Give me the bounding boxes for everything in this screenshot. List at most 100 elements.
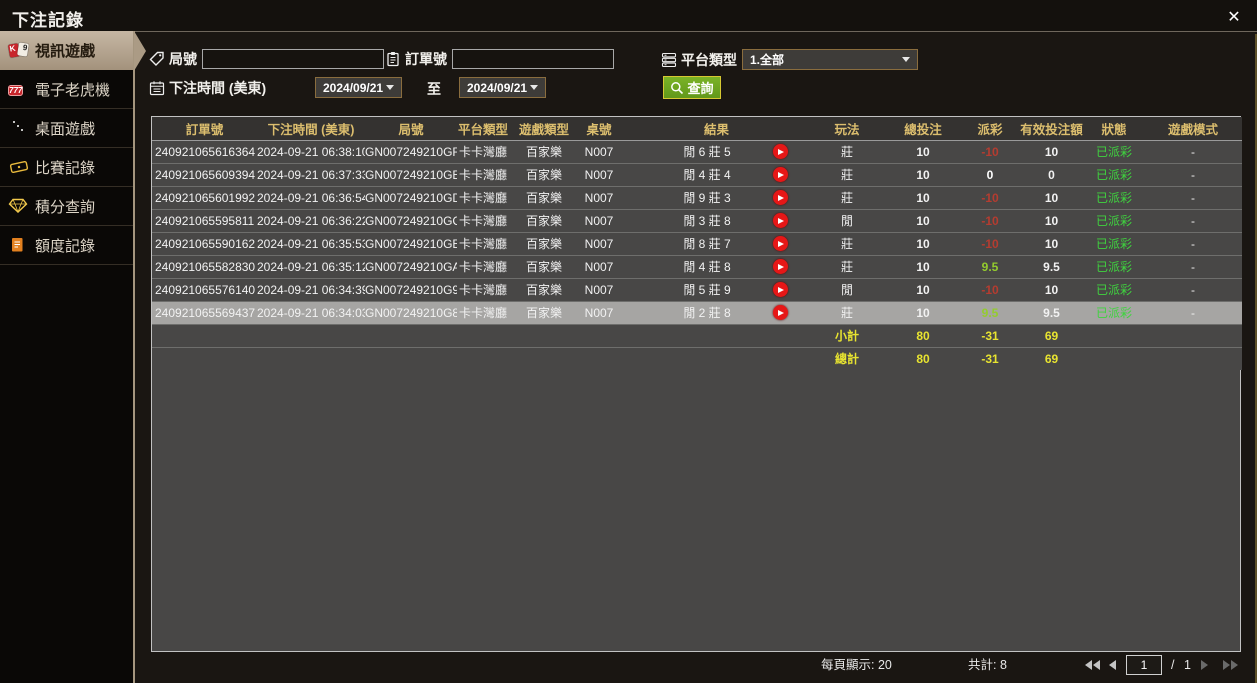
play-video-icon[interactable] — [773, 259, 788, 274]
payout-value: -10 — [981, 191, 998, 205]
page-separator: / — [1171, 654, 1174, 676]
cell-total-bet: 10 — [885, 232, 961, 255]
subtotal-row: 小計 80 -31 69 — [152, 324, 1242, 347]
cell-round: GN007249210G8 — [365, 301, 457, 324]
date-to-select[interactable]: 2024/09/21 — [459, 77, 546, 98]
table-row[interactable]: 240921065576140 2024-09-21 06:34:39 GN00… — [152, 278, 1242, 301]
column-header-status: 狀態 — [1084, 117, 1144, 140]
cell-time: 2024-09-21 06:35:12 — [257, 255, 365, 278]
round-input[interactable] — [202, 49, 384, 69]
column-header-total-bet: 總投注 — [885, 117, 961, 140]
sidebar-item-points-query[interactable]: 積分查詢 — [0, 187, 133, 226]
cell-status: 已派彩 — [1084, 186, 1144, 209]
content-area: 局號 訂單號 平台類型 1.全部 — [135, 31, 1257, 683]
cell-play: 莊 — [809, 255, 885, 278]
betting-record-window: 下注記錄 ✕ K 9 視訊遊戲 777 電子老虎機 桌面遊戲 — [0, 0, 1257, 683]
cell-payout: 0 — [961, 163, 1019, 186]
cell-status: 已派彩 — [1084, 278, 1144, 301]
table-row[interactable]: 240921065609394 2024-09-21 06:37:33 GN00… — [152, 163, 1242, 186]
ticket-icon — [8, 158, 30, 176]
chevron-down-icon — [386, 85, 394, 90]
column-header-result: 結果 — [619, 117, 809, 140]
cell-platform: 卡卡灣廳 — [457, 301, 509, 324]
cell-result: 閒 2 莊 8 — [619, 301, 809, 324]
pagination-last-button[interactable] — [1223, 660, 1239, 670]
table-row[interactable]: 240921065616364 2024-09-21 06:38:10 GN00… — [152, 140, 1242, 163]
order-input[interactable] — [452, 49, 614, 69]
cell-time: 2024-09-21 06:38:10 — [257, 140, 365, 163]
result-text: 閒 5 莊 9 — [647, 281, 767, 298]
cell-play: 莊 — [809, 140, 885, 163]
play-video-icon[interactable] — [773, 213, 788, 228]
cell-order: 240921065616364 — [152, 140, 257, 163]
sidebar-item-table-games[interactable]: 桌面遊戲 — [0, 109, 133, 148]
cell-table-no: N007 — [579, 301, 619, 324]
cell-platform: 卡卡灣廳 — [457, 232, 509, 255]
search-button[interactable]: 查詢 — [663, 76, 721, 99]
total-pages-label: 1 — [1184, 654, 1191, 676]
page-title: 下注記錄 — [12, 6, 84, 31]
cell-payout: -10 — [961, 140, 1019, 163]
cell-payout: -10 — [961, 278, 1019, 301]
table-row[interactable]: 240921065590162 2024-09-21 06:35:53 GN00… — [152, 232, 1242, 255]
sidebar-item-label: 額度記錄 — [35, 235, 95, 256]
grand-total-total-bet: 80 — [885, 347, 961, 370]
date-from-select[interactable]: 2024/09/21 — [315, 77, 402, 98]
cell-time: 2024-09-21 06:35:53 — [257, 232, 365, 255]
grand-total-label: 總計 — [809, 347, 885, 370]
result-text: 閒 4 莊 4 — [647, 166, 767, 183]
play-video-icon[interactable] — [773, 282, 788, 297]
payout-value: 9.5 — [982, 260, 999, 274]
cell-status: 已派彩 — [1084, 301, 1144, 324]
play-video-icon[interactable] — [773, 190, 788, 205]
cell-result: 閒 6 莊 5 — [619, 140, 809, 163]
cell-table-no: N007 — [579, 163, 619, 186]
search-icon — [670, 81, 684, 95]
cell-round: GN007249210GD — [365, 186, 457, 209]
result-text: 閒 8 莊 7 — [647, 235, 767, 252]
sidebar-item-label: 電子老虎機 — [35, 79, 110, 100]
cell-table-no: N007 — [579, 209, 619, 232]
sidebar-item-label: 比賽記錄 — [35, 157, 95, 178]
cell-play: 閒 — [809, 278, 885, 301]
cell-game: 百家樂 — [509, 255, 579, 278]
close-icon[interactable]: ✕ — [1225, 9, 1243, 27]
subtotal-total-bet: 80 — [885, 324, 961, 347]
page-input[interactable] — [1126, 655, 1162, 675]
pagination-first-button[interactable] — [1085, 660, 1101, 670]
cell-total-bet: 10 — [885, 140, 961, 163]
table-row[interactable]: 240921065595811 2024-09-21 06:36:22 GN00… — [152, 209, 1242, 232]
cell-valid-bet: 10 — [1019, 209, 1084, 232]
table-row-selected[interactable]: 240921065569437 2024-09-21 06:34:03 GN00… — [152, 301, 1242, 324]
pagination-prev-button[interactable] — [1109, 660, 1116, 670]
sidebar-item-video-games[interactable]: K 9 視訊遊戲 — [0, 31, 133, 70]
sidebar-item-match-records[interactable]: 比賽記錄 — [0, 148, 133, 187]
cell-status: 已派彩 — [1084, 232, 1144, 255]
cell-mode: - — [1144, 140, 1242, 163]
cell-table-no: N007 — [579, 186, 619, 209]
cell-play: 閒 — [809, 209, 885, 232]
platform-select[interactable]: 1.全部 — [742, 49, 918, 70]
pagination-next-button[interactable] — [1201, 660, 1208, 670]
play-video-icon[interactable] — [773, 144, 788, 159]
subtotal-label: 小計 — [809, 324, 885, 347]
column-header-mode: 遊戲模式 — [1144, 117, 1242, 140]
play-video-icon[interactable] — [773, 305, 788, 320]
cell-status: 已派彩 — [1084, 209, 1144, 232]
cell-round: GN007249210GE — [365, 163, 457, 186]
cell-result: 閒 4 莊 8 — [619, 255, 809, 278]
table-header-row: 訂單號 下注時間 (美東) 局號 平台類型 遊戲類型 桌號 結果 玩法 總投注 … — [152, 117, 1242, 140]
table-row[interactable]: 240921065582830 2024-09-21 06:35:12 GN00… — [152, 255, 1242, 278]
sidebar-item-credit-records[interactable]: 額度記錄 — [0, 226, 133, 265]
column-header-game: 遊戲類型 — [509, 117, 579, 140]
play-video-icon[interactable] — [773, 236, 788, 251]
chevron-down-icon — [902, 57, 910, 62]
sidebar-item-slots[interactable]: 777 電子老虎機 — [0, 70, 133, 109]
table-row[interactable]: 240921065601992 2024-09-21 06:36:54 GN00… — [152, 186, 1242, 209]
cell-status: 已派彩 — [1084, 255, 1144, 278]
column-header-platform: 平台類型 — [457, 117, 509, 140]
bet-records-panel: 訂單號 下注時間 (美東) 局號 平台類型 遊戲類型 桌號 結果 玩法 總投注 … — [151, 116, 1241, 652]
sidebar-item-label: 視訊遊戲 — [35, 40, 95, 61]
payout-value: -10 — [981, 214, 998, 228]
play-video-icon[interactable] — [773, 167, 788, 182]
